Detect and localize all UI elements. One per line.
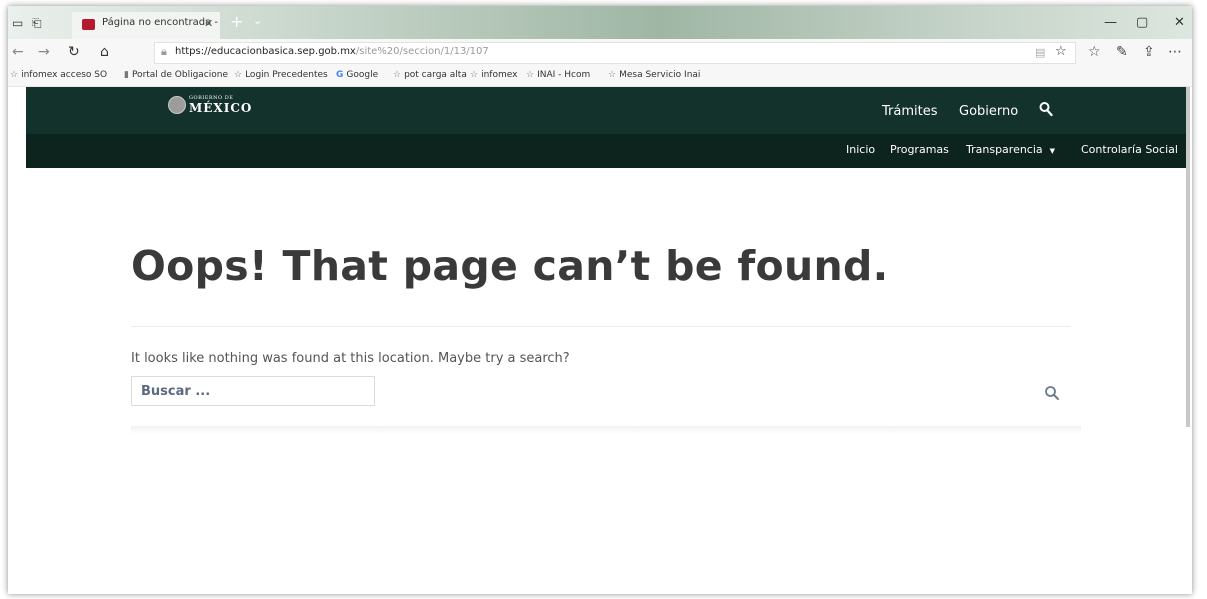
star-icon: ☆ <box>393 70 402 80</box>
close-tab-icon[interactable]: ✕ <box>204 17 213 30</box>
star-icon: ☆ <box>526 70 535 80</box>
fav-item[interactable]: ▮ Portal de Obligacione <box>124 70 228 80</box>
caret-down-icon: ▼ <box>1049 147 1056 155</box>
back-arrow-icon[interactable]: ← <box>12 44 24 60</box>
refresh-icon[interactable]: ↻ <box>68 44 80 60</box>
reading-view-icon[interactable]: ▤ <box>1035 46 1045 59</box>
minimize-icon[interactable]: — <box>1104 15 1117 30</box>
home-icon[interactable]: ⌂ <box>100 44 109 60</box>
subnav-programas[interactable]: Programas <box>890 143 949 156</box>
pen-icon[interactable]: ✎ <box>1116 44 1128 60</box>
url-field[interactable]: 🔒︎ https://educacionbasica.sep.gob.mx/si… <box>154 42 1076 64</box>
browser-window: ▭ ⎗ Página no encontrada - ✕ + ⌄ — ▢ ✕ ←… <box>8 6 1192 594</box>
fav-item[interactable]: ☆ Login Precedentes <box>234 70 328 80</box>
subnav-inicio[interactable]: Inicio <box>846 143 875 156</box>
fav-item[interactable]: ☆ pot carga alta <box>393 70 467 80</box>
maximize-icon[interactable]: ▢ <box>1136 15 1148 30</box>
sub-navigation: Inicio Programas Transparencia ▼ Controla… <box>26 134 1188 168</box>
nav-gobierno[interactable]: Gobierno <box>959 104 1018 119</box>
scrollbar[interactable] <box>1186 87 1190 427</box>
tab-actions-icon[interactable]: ▭ <box>12 16 23 30</box>
active-tab[interactable]: Página no encontrada - ✕ <box>72 12 220 39</box>
url-path: /site%20/seccion/1/13/107 <box>355 46 489 57</box>
tab-title: Página no encontrada - <box>102 17 218 28</box>
page-title: Oops! That page can’t be found. <box>131 242 889 290</box>
site-favicon-icon <box>82 19 95 30</box>
subnav-controlaria-social[interactable]: Controlaría Social <box>1081 143 1178 156</box>
google-icon: G <box>336 70 344 80</box>
back-tabs-icon[interactable]: ⎗ <box>32 16 42 30</box>
chevron-down-icon[interactable]: ⌄ <box>253 14 262 27</box>
search-input[interactable] <box>131 376 375 406</box>
share-icon[interactable]: ⇪ <box>1143 44 1155 60</box>
nav-tramites[interactable]: Trámites <box>882 104 938 119</box>
star-icon: ☆ <box>234 70 243 80</box>
more-icon[interactable]: ⋯ <box>1168 44 1182 60</box>
search-icon[interactable] <box>1039 101 1053 117</box>
url-domain: https://educacionbasica.sep.gob.mx <box>175 46 356 57</box>
address-bar: ← → ↻ ⌂ 🔒︎ https://educacionbasica.sep.g… <box>8 39 1192 67</box>
forward-arrow-icon[interactable]: → <box>38 44 50 60</box>
search-button-icon[interactable] <box>1044 385 1060 401</box>
star-icon: ☆ <box>608 70 617 80</box>
logo-text[interactable]: MÉXICO <box>189 101 252 115</box>
star-icon: ☆ <box>10 70 19 80</box>
fav-item[interactable]: G Google <box>336 70 378 80</box>
divider <box>131 326 1071 327</box>
fav-item[interactable]: ☆ Mesa Servicio Inai <box>608 70 700 80</box>
url-text: https://educacionbasica.sep.gob.mx/site%… <box>175 46 489 57</box>
close-window-icon[interactable]: ✕ <box>1174 15 1185 30</box>
subnav-transparencia[interactable]: Transparencia ▼ <box>966 143 1055 156</box>
favorites-bar: ☆ infomex acceso SO ▮ Portal de Obligacion… <box>8 66 1192 87</box>
favorite-star-icon[interactable]: ☆ <box>1055 44 1067 59</box>
favorites-list-icon[interactable]: ☆ <box>1088 44 1101 60</box>
fav-item[interactable]: ☆ INAI - Hcom <box>526 70 590 80</box>
coat-of-arms-icon <box>168 96 186 114</box>
gov-header: GOBIERNO DE MÉXICO Trámites Gobierno <box>26 87 1188 134</box>
fav-item[interactable]: ☆ infomex acceso SO <box>10 70 107 80</box>
search-box-shadow <box>131 426 1081 434</box>
not-found-message: It looks like nothing was found at this … <box>131 351 570 366</box>
bookmark-icon: ▮ <box>124 70 129 80</box>
new-tab-icon[interactable]: + <box>230 12 243 31</box>
lock-icon: 🔒︎ <box>161 45 167 58</box>
tab-strip: ▭ ⎗ Página no encontrada - ✕ + ⌄ — ▢ ✕ <box>8 6 1192 39</box>
fav-item[interactable]: ☆ infomex <box>470 70 517 80</box>
star-icon: ☆ <box>470 70 479 80</box>
